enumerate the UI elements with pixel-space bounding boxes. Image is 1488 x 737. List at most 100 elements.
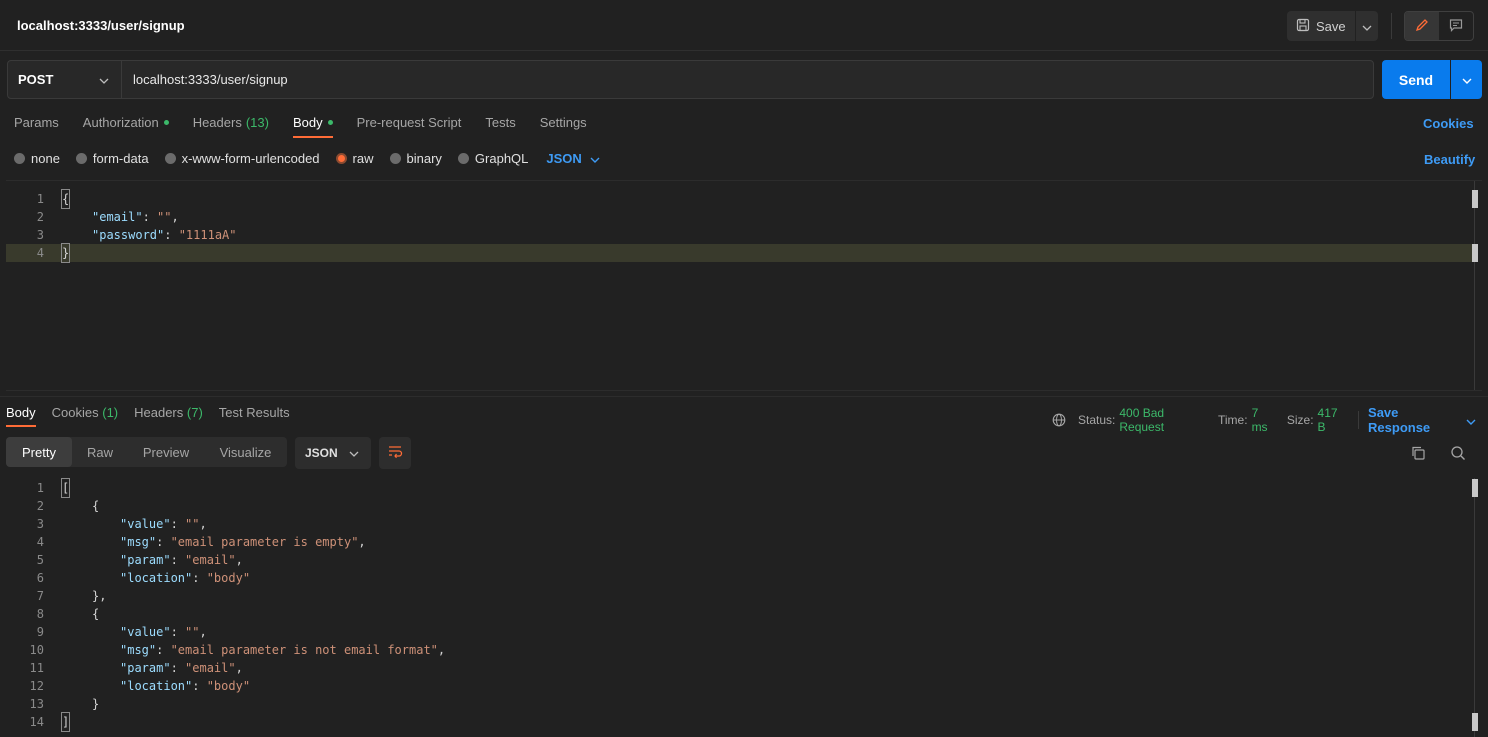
request-tabs: Params Authorization Headers (13) Body Pr… bbox=[14, 115, 611, 138]
code-line: 7}, bbox=[36, 589, 107, 603]
format-visualize[interactable]: Visualize bbox=[204, 437, 287, 467]
radio-x-www-form-urlencoded[interactable]: x-www-form-urlencoded bbox=[164, 151, 320, 166]
format-raw[interactable]: Raw bbox=[72, 437, 128, 467]
code-line: 4 "msg": "email parameter is empty", bbox=[36, 535, 366, 549]
tab-authorization[interactable]: Authorization bbox=[83, 115, 169, 138]
radio-graphql[interactable]: GraphQL bbox=[457, 151, 528, 166]
scrollbar-track bbox=[1474, 478, 1475, 737]
radio-circle bbox=[14, 153, 25, 164]
save-button[interactable]: Save bbox=[1287, 11, 1355, 41]
response-body-viewer[interactable]: 1[ 2{ 3 "value": "", 4 "msg": "email param… bbox=[6, 478, 1482, 737]
code-line: 11 "param": "email", bbox=[29, 661, 243, 675]
code-line: 13} bbox=[29, 697, 100, 711]
send-button[interactable]: Send bbox=[1382, 60, 1450, 99]
radio-circle bbox=[164, 153, 176, 164]
code-line: 2 "email": "", bbox=[36, 210, 179, 224]
response-size[interactable]: Size: 417 B bbox=[1287, 406, 1346, 434]
save-response-button[interactable]: Save Response bbox=[1368, 405, 1476, 435]
cursor-marker bbox=[1472, 244, 1478, 262]
code-line: 1 { bbox=[36, 189, 71, 209]
format-pretty[interactable]: Pretty bbox=[6, 437, 72, 467]
tab-params[interactable]: Params bbox=[14, 115, 59, 138]
save-label: Save bbox=[1316, 18, 1346, 34]
tab-settings[interactable]: Settings bbox=[540, 115, 587, 138]
response-status: Status: 400 Bad Request Time: 7 ms Size: 41… bbox=[1052, 405, 1488, 435]
code-line: 5 "param": "email", bbox=[36, 553, 243, 567]
radio-circle bbox=[335, 153, 347, 164]
beautify-link[interactable]: Beautify bbox=[1424, 152, 1475, 167]
response-tabs: Body Cookies (1) Headers (7) Test Result… bbox=[6, 405, 306, 427]
code-line: 2{ bbox=[36, 499, 100, 513]
tab-pre-request-script[interactable]: Pre-request Script bbox=[357, 115, 462, 138]
code-line: 8{ bbox=[36, 607, 100, 621]
request-body-editor[interactable]: 1 { 2 "email": "", 3 "password": "1111aA… bbox=[6, 180, 1482, 391]
radio-form-data[interactable]: form-data bbox=[75, 151, 149, 166]
response-divider bbox=[0, 396, 1488, 397]
title-bar bbox=[0, 0, 1488, 51]
url-text: localhost:3333/user/signup bbox=[133, 72, 288, 87]
divider bbox=[1358, 411, 1360, 429]
chevron-down-icon bbox=[590, 151, 600, 166]
globe-icon[interactable] bbox=[1052, 413, 1066, 427]
radio-none[interactable]: none bbox=[14, 151, 60, 166]
mode-toggle bbox=[1404, 11, 1474, 41]
cookies-link[interactable]: Cookies bbox=[1423, 116, 1474, 131]
scrollbar-track bbox=[1474, 181, 1475, 390]
scrollbar-thumb[interactable] bbox=[1472, 479, 1478, 497]
search-icon[interactable] bbox=[1450, 445, 1466, 464]
radio-circle bbox=[457, 153, 469, 164]
comments-button[interactable] bbox=[1439, 12, 1473, 40]
method-label: POST bbox=[18, 72, 54, 87]
chevron-down-icon bbox=[1462, 72, 1472, 87]
tab-response-body[interactable]: Body bbox=[6, 405, 36, 427]
response-format-tabs: Pretty Raw Preview Visualize bbox=[6, 437, 287, 467]
body-type-radios: none form-data x-www-form-urlencoded raw… bbox=[14, 151, 600, 166]
send-label: Send bbox=[1398, 71, 1434, 88]
chevron-down-icon bbox=[349, 446, 359, 460]
code-line: 10 "msg": "email parameter is not email f… bbox=[29, 643, 446, 657]
tab-response-headers[interactable]: Headers (7) bbox=[134, 405, 203, 427]
save-icon bbox=[1296, 18, 1310, 35]
edit-mode-button[interactable] bbox=[1405, 12, 1439, 40]
pencil-icon bbox=[1415, 18, 1429, 35]
save-dropdown-button[interactable] bbox=[1356, 11, 1378, 41]
page-title: localhost:3333/user/signup bbox=[17, 18, 185, 33]
code-line: 9 "value": "", bbox=[36, 625, 207, 639]
header-divider bbox=[1391, 13, 1392, 39]
code-line: 12 "location": "body" bbox=[29, 679, 251, 693]
wrap-lines-button[interactable] bbox=[379, 437, 411, 469]
format-preview[interactable]: Preview bbox=[128, 437, 204, 467]
chevron-down-icon bbox=[99, 72, 109, 87]
send-dropdown-button[interactable] bbox=[1451, 60, 1482, 99]
method-select[interactable]: POST bbox=[7, 60, 122, 99]
code-line: 6 "location": "body" bbox=[36, 571, 251, 585]
tab-tests[interactable]: Tests bbox=[485, 115, 515, 138]
code-line: 3 "value": "", bbox=[36, 517, 207, 531]
code-line-active: 4 } bbox=[6, 243, 1474, 263]
status-code[interactable]: Status: 400 Bad Request bbox=[1078, 406, 1206, 434]
radio-raw[interactable]: raw bbox=[335, 151, 374, 166]
code-line: 1[ bbox=[36, 478, 71, 498]
chevron-down-icon bbox=[1466, 413, 1476, 428]
response-time[interactable]: Time: 7 ms bbox=[1218, 406, 1275, 434]
status-dot bbox=[163, 120, 169, 125]
code-line: 14] bbox=[29, 712, 71, 732]
chevron-down-icon bbox=[1362, 19, 1372, 34]
code-line: 3 "password": "1111aA" bbox=[36, 228, 237, 242]
radio-circle bbox=[389, 153, 401, 164]
radio-binary[interactable]: binary bbox=[389, 151, 442, 166]
tab-response-cookies[interactable]: Cookies (1) bbox=[52, 405, 118, 427]
scrollbar-thumb[interactable] bbox=[1472, 190, 1478, 208]
body-format-select[interactable]: JSON bbox=[546, 151, 600, 166]
radio-circle bbox=[75, 153, 87, 164]
wrap-icon bbox=[387, 445, 403, 462]
status-dot bbox=[327, 120, 333, 125]
url-input[interactable]: localhost:3333/user/signup bbox=[121, 60, 1374, 99]
tab-body[interactable]: Body bbox=[292, 115, 333, 138]
tab-test-results[interactable]: Test Results bbox=[219, 405, 290, 427]
tab-headers[interactable]: Headers (13) bbox=[193, 115, 269, 138]
scrollbar-marker bbox=[1472, 713, 1478, 731]
comment-icon bbox=[1449, 18, 1463, 35]
copy-icon[interactable] bbox=[1410, 445, 1426, 464]
response-language-select[interactable]: JSON bbox=[295, 437, 371, 469]
